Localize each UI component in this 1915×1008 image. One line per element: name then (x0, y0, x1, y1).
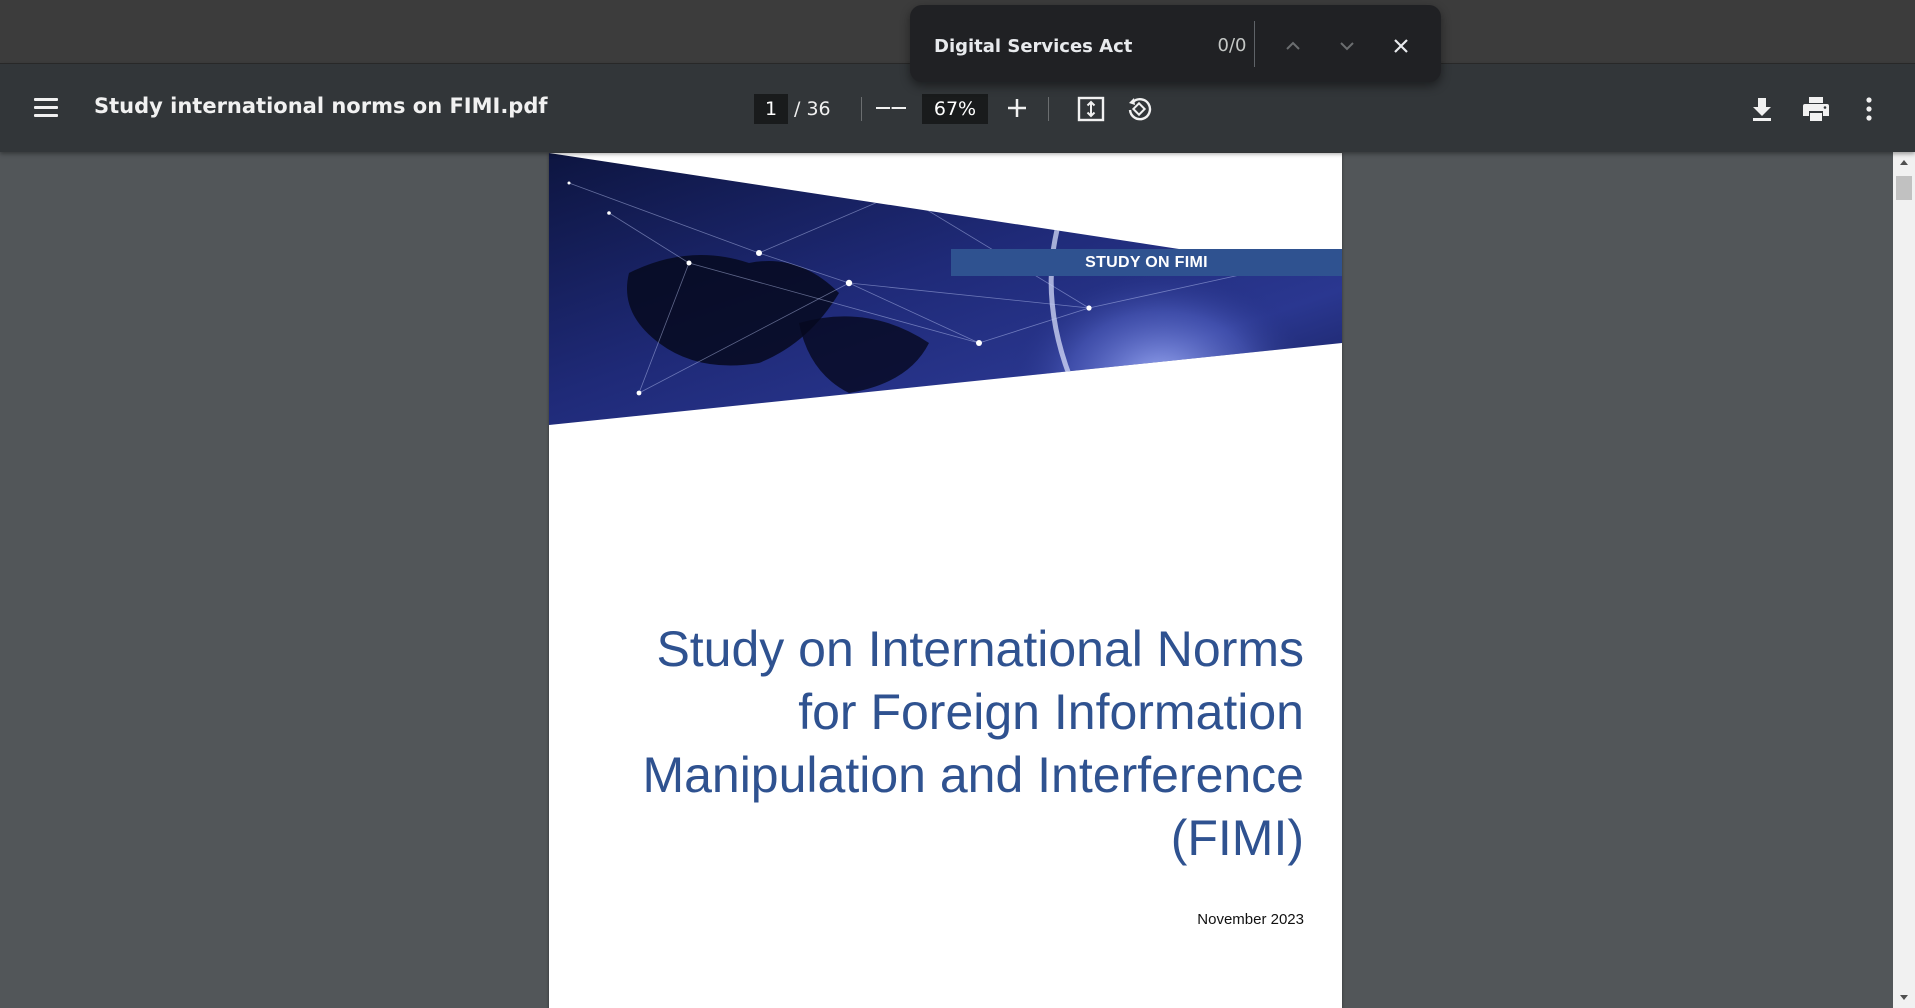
more-options-button[interactable] (1852, 92, 1886, 126)
find-divider (1254, 21, 1255, 67)
cover-title-line: Study on International Norms (656, 621, 1304, 677)
scroll-down-button[interactable] (1893, 988, 1915, 1008)
page-number-input[interactable]: 1 (754, 94, 788, 124)
toolbar-divider (1048, 97, 1049, 121)
zoom-in-icon (1008, 99, 1026, 117)
menu-icon (34, 98, 58, 101)
cover-title: Study on International Norms for Foreign… (604, 618, 1304, 870)
find-input[interactable] (934, 31, 1184, 61)
cover-title-line: (FIMI) (1170, 810, 1304, 866)
cover-label: STUDY ON FIMI (951, 249, 1342, 276)
cover-title-line: for Foreign Information (798, 684, 1304, 740)
page-total: / 36 (794, 98, 831, 120)
chevron-down-icon (1340, 42, 1354, 51)
chevron-up-icon (1286, 41, 1300, 50)
zoom-out-icon (892, 107, 907, 109)
rotate-icon (1128, 97, 1152, 121)
cover-title-line: Manipulation and Interference (642, 747, 1304, 803)
more-vert-icon (1866, 97, 1872, 121)
vertical-scrollbar[interactable] (1893, 152, 1915, 1008)
find-next-button[interactable] (1330, 29, 1364, 63)
pdf-page: STUDY ON FIMI Study on International Nor… (549, 153, 1342, 1008)
document-title: Study international norms on FIMI.pdf (94, 94, 548, 118)
zoom-level-input[interactable]: 67% (922, 94, 988, 124)
download-icon (1753, 98, 1771, 121)
menu-icon (34, 106, 58, 109)
zoom-in-button[interactable] (1001, 92, 1033, 124)
fit-page-button[interactable] (1074, 92, 1108, 126)
print-icon (1803, 97, 1829, 121)
find-result-count: 0/0 (1217, 35, 1247, 56)
cover-date: November 2023 (1197, 911, 1304, 928)
scrollbar-thumb[interactable] (1896, 176, 1912, 200)
find-close-button[interactable] (1384, 29, 1418, 63)
menu-icon (34, 114, 58, 117)
scroll-up-button[interactable] (1893, 152, 1915, 172)
close-icon (1394, 39, 1408, 53)
menu-button[interactable] (28, 90, 64, 126)
download-button[interactable] (1745, 92, 1779, 126)
find-bar: 0/0 (910, 5, 1441, 82)
pdf-viewer[interactable]: STUDY ON FIMI Study on International Nor… (0, 152, 1893, 1008)
scroll-up-arrow-icon (1900, 160, 1908, 165)
scroll-down-arrow-icon (1900, 995, 1908, 1000)
fit-page-icon (1077, 96, 1105, 122)
toolbar-divider (861, 97, 862, 121)
print-button[interactable] (1798, 92, 1834, 126)
find-previous-button[interactable] (1276, 29, 1310, 63)
zoom-out-button[interactable] (876, 92, 908, 124)
rotate-button[interactable] (1122, 92, 1156, 126)
cover-banner-image (549, 153, 1342, 425)
